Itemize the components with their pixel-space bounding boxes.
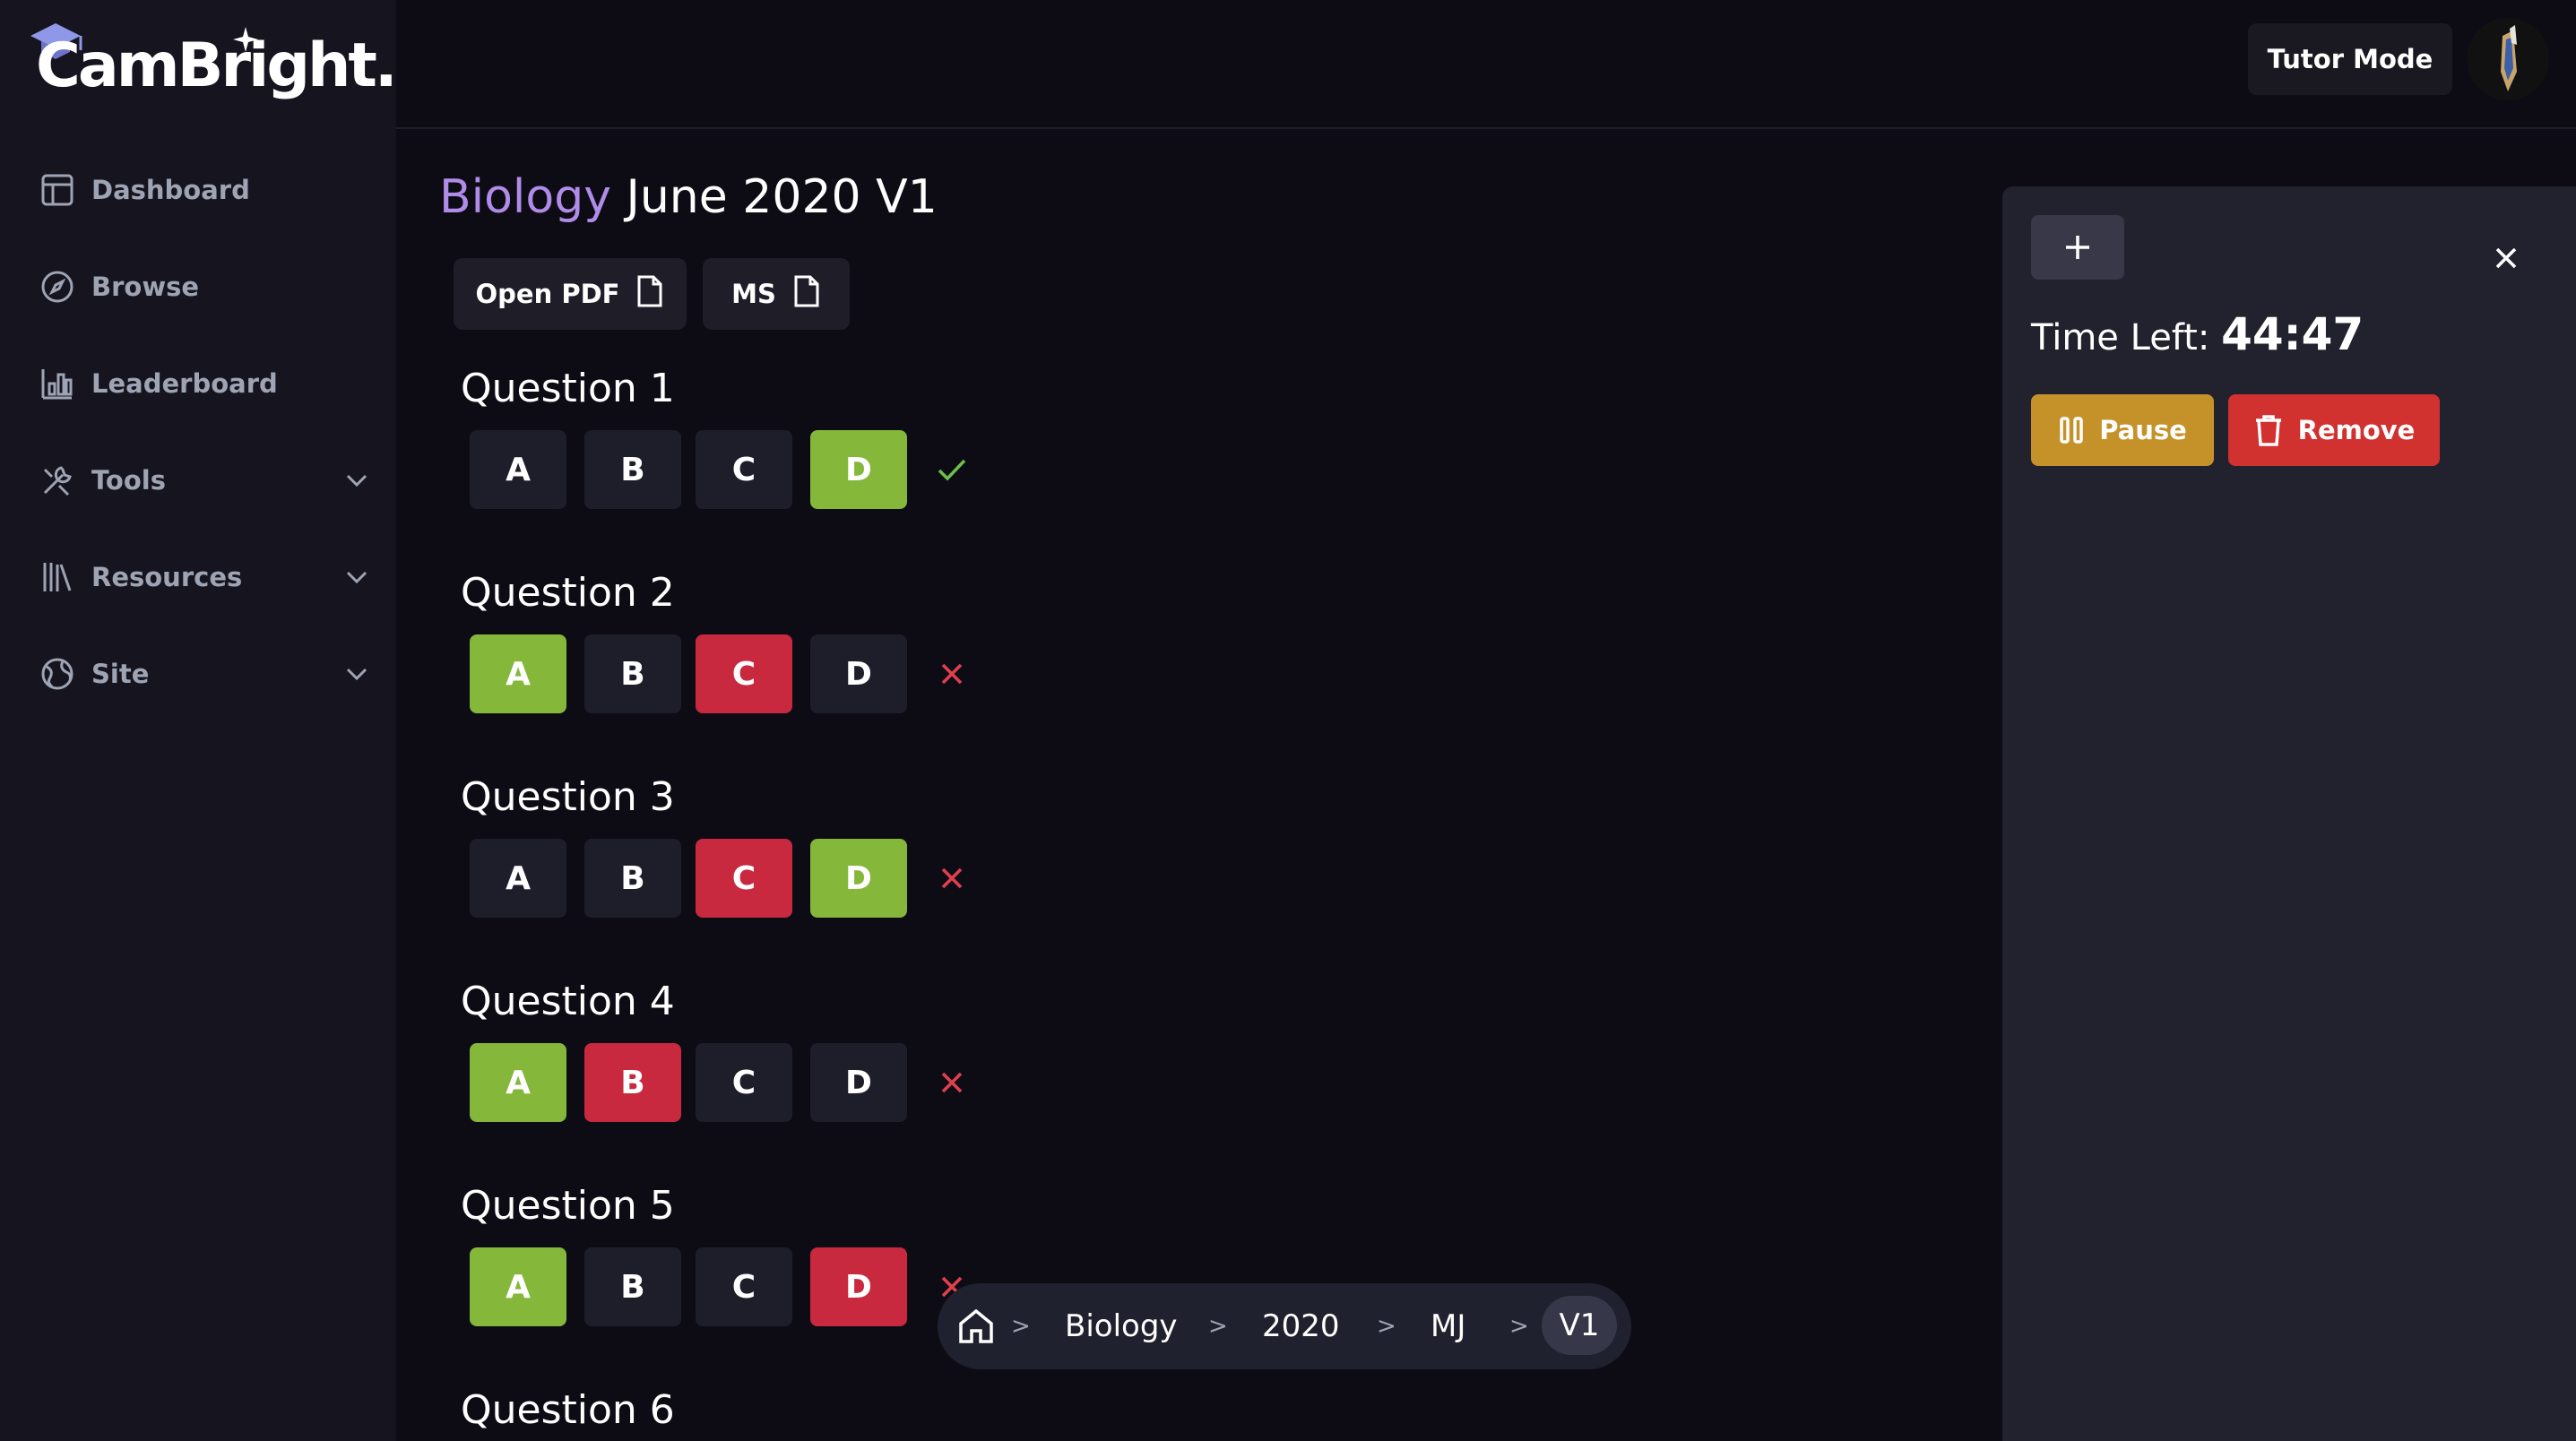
question-title: Question 4: [461, 979, 675, 1024]
time-left-label: Time Left:: [2031, 317, 2210, 358]
globe-icon: [36, 652, 79, 695]
x-icon: [934, 656, 970, 692]
answer-option-d[interactable]: D: [810, 430, 907, 509]
mark-scheme-button[interactable]: MS: [703, 258, 850, 330]
x-icon: [934, 1065, 970, 1100]
breadcrumb-separator: >: [1011, 1313, 1031, 1340]
time-left-value: 44:47: [2221, 308, 2364, 360]
sidebar-item-leaderboard[interactable]: Leaderboard: [36, 357, 373, 410]
sidebar: CamBright. Dashboard Browse Leaderboard …: [0, 0, 398, 1441]
answer-option-b[interactable]: B: [584, 1043, 681, 1122]
breadcrumb-separator: >: [1509, 1313, 1529, 1340]
open-pdf-label: Open PDF: [475, 279, 620, 309]
remove-label: Remove: [2297, 415, 2416, 445]
page-title-paper: June 2020 V1: [626, 170, 938, 224]
sidebar-item-label: Site: [91, 659, 150, 689]
answer-option-b[interactable]: B: [584, 839, 681, 918]
remove-button[interactable]: Remove: [2228, 394, 2440, 466]
chevron-down-icon[interactable]: [341, 561, 373, 597]
answer-option-c[interactable]: C: [696, 839, 792, 918]
answer-option-b[interactable]: B: [584, 1247, 681, 1326]
timer-panel: Time Left: 44:47 Pause Remove: [2002, 186, 2576, 1441]
layout-icon: [36, 168, 79, 211]
check-icon: [934, 452, 970, 488]
answer-option-c[interactable]: C: [696, 430, 792, 509]
pause-button[interactable]: Pause: [2031, 394, 2214, 466]
sidebar-item-label: Resources: [91, 562, 243, 592]
close-timer-button[interactable]: [2488, 240, 2524, 276]
books-icon: [36, 556, 79, 599]
sidebar-item-tools[interactable]: Tools: [36, 453, 373, 507]
sidebar-item-label: Leaderboard: [91, 368, 278, 399]
question-title: Question 6: [461, 1387, 675, 1433]
page-title: Biology June 2020 V1: [439, 170, 938, 224]
answer-option-c[interactable]: C: [696, 1043, 792, 1122]
open-pdf-button[interactable]: Open PDF: [454, 258, 687, 330]
chevron-down-icon[interactable]: [341, 464, 373, 500]
tools-icon: [36, 459, 79, 502]
sidebar-item-label: Dashboard: [91, 175, 250, 205]
sidebar-item-label: Tools: [91, 465, 166, 496]
home-icon[interactable]: [955, 1283, 997, 1369]
answer-option-b[interactable]: B: [584, 430, 681, 509]
plus-icon: [2066, 236, 2089, 259]
breadcrumb-item-subject[interactable]: Biology: [1065, 1283, 1178, 1369]
answer-option-d[interactable]: D: [810, 1247, 907, 1326]
header-divider: [396, 127, 2576, 129]
pause-icon: [2060, 417, 2083, 444]
x-icon: [934, 860, 970, 896]
answer-option-d[interactable]: D: [810, 1043, 907, 1122]
chevron-down-icon[interactable]: [341, 658, 373, 694]
answer-option-a[interactable]: A: [470, 634, 566, 713]
breadcrumb-separator: >: [1208, 1313, 1228, 1340]
answer-option-d[interactable]: D: [810, 839, 907, 918]
breadcrumb: > Biology > 2020 > MJ > V1: [938, 1283, 1631, 1369]
close-icon: [2495, 247, 2517, 269]
compass-icon: [36, 265, 79, 308]
answer-option-b[interactable]: B: [584, 634, 681, 713]
pause-label: Pause: [2099, 415, 2187, 445]
add-timer-button[interactable]: [2031, 215, 2124, 280]
answer-option-c[interactable]: C: [696, 634, 792, 713]
question-title: Question 2: [461, 570, 675, 616]
breadcrumb-item-variant[interactable]: V1: [1542, 1296, 1617, 1355]
answer-option-d[interactable]: D: [810, 634, 907, 713]
brand-logo[interactable]: CamBright.: [25, 22, 398, 111]
page-title-subject: Biology: [439, 170, 611, 224]
sidebar-item-browse[interactable]: Browse: [36, 260, 373, 314]
breadcrumb-item-year[interactable]: 2020: [1262, 1283, 1340, 1369]
sidebar-item-site[interactable]: Site: [36, 647, 373, 701]
trash-icon: [2255, 415, 2281, 446]
file-icon: [792, 274, 821, 315]
answer-option-a[interactable]: A: [470, 430, 566, 509]
breadcrumb-item-session[interactable]: MJ: [1431, 1283, 1465, 1369]
chart-icon: [36, 362, 79, 405]
sidebar-item-dashboard[interactable]: Dashboard: [36, 163, 373, 217]
answer-option-a[interactable]: A: [470, 839, 566, 918]
question-title: Question 5: [461, 1183, 675, 1229]
sidebar-item-label: Browse: [91, 272, 200, 302]
question-title: Question 1: [461, 366, 675, 411]
question-title: Question 3: [461, 774, 675, 820]
file-icon: [635, 274, 664, 315]
time-left-display: Time Left: 44:47: [2031, 308, 2364, 360]
tutor-mode-button[interactable]: Tutor Mode: [2248, 23, 2452, 95]
avatar[interactable]: [2467, 18, 2549, 100]
breadcrumb-separator: >: [1377, 1313, 1396, 1340]
answer-option-a[interactable]: A: [470, 1247, 566, 1326]
answer-option-c[interactable]: C: [696, 1247, 792, 1326]
brand-name: CamBright.: [36, 30, 398, 101]
sidebar-item-resources[interactable]: Resources: [36, 550, 373, 604]
ms-label: MS: [731, 279, 776, 309]
answer-option-a[interactable]: A: [470, 1043, 566, 1122]
